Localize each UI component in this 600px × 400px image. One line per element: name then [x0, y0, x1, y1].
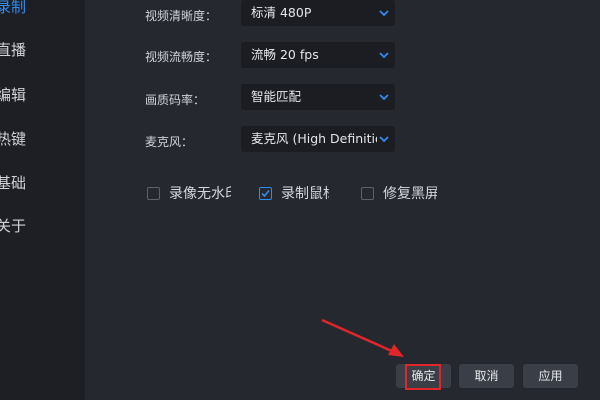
checkbox-box[interactable] [361, 187, 374, 200]
video-fluency-value: 流畅 20 fps [251, 47, 319, 62]
microphone-value: 麦克风 (High Definition [251, 131, 377, 146]
checkbox-box[interactable] [259, 187, 272, 200]
video-clarity-value: 标清 480P [251, 5, 312, 20]
cancel-button[interactable]: 取消 [459, 364, 514, 388]
checkbox-no-watermark[interactable]: 录像无水印 [147, 185, 232, 203]
checkbox-label: 录制鼠标 [281, 186, 329, 202]
sidebar-item-record[interactable]: 录制 [0, 0, 85, 20]
video-clarity-select[interactable]: 标清 480P [241, 0, 395, 26]
confirm-button[interactable]: 确定 [396, 364, 451, 388]
chevron-down-icon [379, 136, 389, 143]
video-fluency-select[interactable]: 流畅 20 fps [241, 42, 395, 68]
microphone-label: 麦克风： [145, 135, 194, 149]
quality-bitrate-label: 画质码率： [145, 93, 206, 107]
sidebar-item-about[interactable]: 关于 [0, 213, 85, 239]
chevron-down-icon [379, 52, 389, 59]
sidebar-item-edit[interactable]: 编辑 [0, 82, 85, 108]
checkmark-icon [261, 189, 270, 198]
sidebar-item-hotkey[interactable]: 热键 [0, 126, 85, 152]
checkbox-label: 修复黑屏 [383, 186, 437, 202]
microphone-select[interactable]: 麦克风 (High Definition [241, 126, 395, 152]
checkbox-label: 录像无水印 [169, 186, 231, 202]
video-clarity-label: 视频清晰度： [145, 9, 218, 23]
chevron-down-icon [379, 10, 389, 17]
sidebar-item-basic[interactable]: 基础 [0, 170, 85, 196]
checkbox-record-mouse[interactable]: 录制鼠标 [259, 185, 331, 203]
quality-bitrate-select[interactable]: 智能匹配 [241, 84, 395, 110]
sidebar-item-live[interactable]: 直播 [0, 37, 85, 63]
settings-window: 录制 直播 编辑 热键 基础 关于 视频清晰度： 标清 480P 视频流畅度： … [0, 0, 600, 400]
sidebar: 录制 直播 编辑 热键 基础 关于 [0, 0, 85, 400]
apply-button[interactable]: 应用 [523, 364, 578, 388]
checkbox-fix-black-screen[interactable]: 修复黑屏 [361, 185, 437, 203]
checkbox-box[interactable] [147, 187, 160, 200]
video-fluency-label: 视频流畅度： [145, 50, 218, 64]
quality-bitrate-value: 智能匹配 [251, 89, 302, 104]
chevron-down-icon [379, 94, 389, 101]
